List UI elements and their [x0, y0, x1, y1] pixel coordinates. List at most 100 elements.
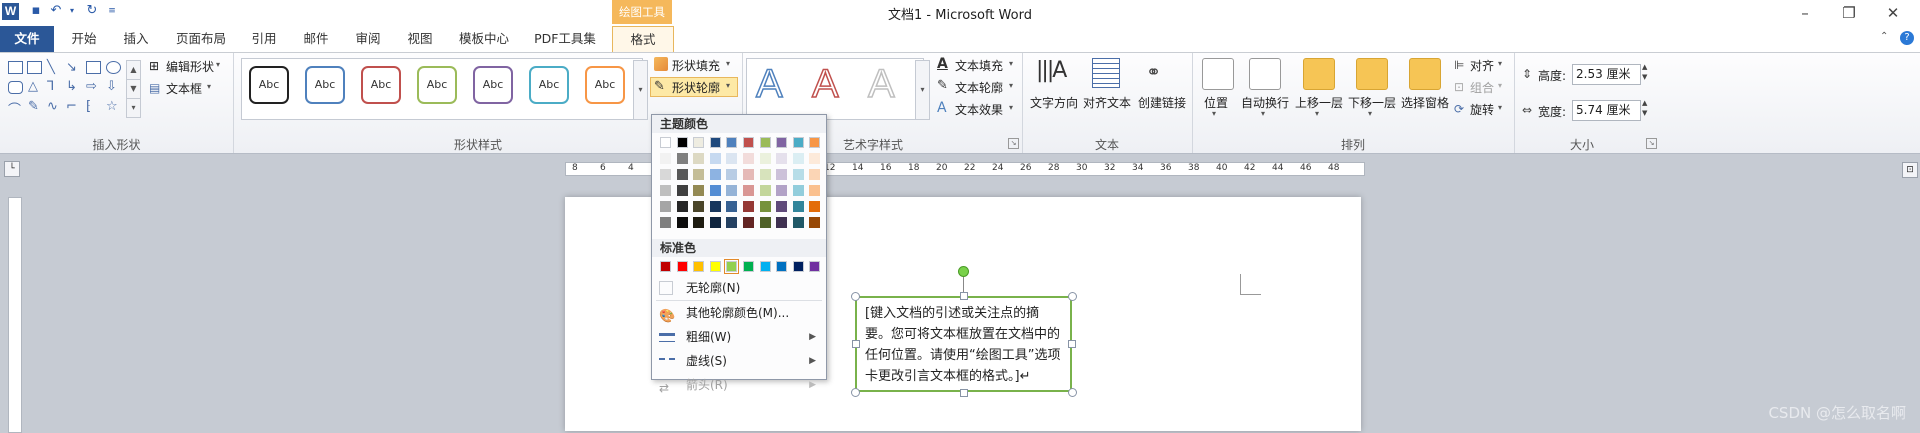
help-icon[interactable]: ?	[1900, 31, 1914, 45]
chevron-down-icon[interactable]: ▾	[1368, 109, 1372, 118]
standard-color-swatch[interactable]	[724, 259, 740, 274]
text-fill-button[interactable]: 文本填充	[955, 57, 1003, 74]
group-button[interactable]: 组合	[1470, 79, 1494, 96]
edit-shape-button[interactable]: 编辑形状	[166, 58, 214, 75]
tab-view[interactable]: 视图	[402, 26, 438, 52]
tab-format[interactable]: 格式	[612, 26, 674, 52]
star-shape-icon[interactable]: ☆	[106, 99, 118, 114]
word-app-icon[interactable]: W	[2, 3, 19, 20]
create-link-button[interactable]: 创建链接	[1135, 94, 1189, 111]
tab-mailings[interactable]: 邮件	[298, 26, 334, 52]
selection-pane-button[interactable]: 选择窗格	[1398, 94, 1452, 111]
shape-style-5[interactable]: Abc	[473, 66, 513, 104]
theme-shade-swatch[interactable]	[743, 185, 754, 196]
more-outline-colors-item[interactable]: 🎨 其他轮廓颜色(M)...	[652, 301, 826, 325]
theme-shade-swatch[interactable]	[776, 217, 788, 228]
close-icon[interactable]: ✕	[1878, 2, 1908, 24]
standard-color-swatch[interactable]	[792, 261, 804, 272]
align-text-button[interactable]: 对齐文本	[1080, 94, 1134, 111]
chevron-down-icon[interactable]: ▾	[1498, 81, 1502, 90]
theme-shade-swatch[interactable]	[743, 201, 754, 212]
theme-shade-swatch[interactable]	[693, 201, 705, 212]
chevron-down-icon[interactable]: ▾	[1498, 59, 1502, 68]
chevron-down-icon[interactable]: ▾	[1212, 109, 1216, 118]
theme-shade-swatch[interactable]	[709, 169, 721, 180]
theme-shade-swatch[interactable]	[792, 185, 804, 196]
theme-color-swatch[interactable]	[693, 137, 705, 148]
wordart-dialog-launcher[interactable]: ↘	[1008, 138, 1019, 149]
curved-connector-shape-icon[interactable]: ⌐	[66, 99, 77, 114]
text-direction-button[interactable]: 文字方向	[1026, 94, 1082, 111]
theme-shade-swatch[interactable]	[709, 217, 721, 228]
restore-icon[interactable]: ❐	[1834, 2, 1864, 24]
width-input[interactable]: 5.74 厘米	[1572, 100, 1641, 121]
theme-color-swatch[interactable]	[743, 137, 754, 148]
text-effects-button[interactable]: 文本效果	[955, 101, 1003, 118]
rectangle-shape-icon[interactable]	[86, 61, 101, 74]
elbow-arrow-shape-icon[interactable]: ↳	[66, 79, 77, 94]
text-box-button[interactable]: 文本框	[166, 80, 202, 97]
theme-color-swatch[interactable]	[759, 137, 771, 148]
theme-shade-swatch[interactable]	[776, 153, 788, 164]
view-ruler-icon[interactable]: ⊡	[1902, 162, 1918, 178]
shape-style-4[interactable]: Abc	[417, 66, 457, 104]
theme-shade-swatch[interactable]	[693, 217, 705, 228]
shape-style-7[interactable]: Abc	[585, 66, 625, 104]
tab-file[interactable]: 文件	[0, 26, 54, 52]
wordart-style-1[interactable]: A	[755, 61, 783, 107]
theme-shade-swatch[interactable]	[660, 169, 671, 180]
theme-shade-swatch[interactable]	[809, 185, 821, 196]
theme-color-swatch[interactable]	[660, 137, 671, 148]
dashes-item[interactable]: 虚线(S) ▶	[652, 349, 826, 373]
theme-color-swatch[interactable]	[676, 137, 688, 148]
theme-shade-swatch[interactable]	[792, 201, 804, 212]
shapes-scroll-up[interactable]: ▲	[126, 60, 141, 80]
style-gallery-more[interactable]: ▾	[633, 60, 648, 120]
theme-shade-swatch[interactable]	[809, 153, 821, 164]
shape-style-2[interactable]: Abc	[305, 66, 345, 104]
theme-color-swatch[interactable]	[809, 137, 821, 148]
theme-shade-swatch[interactable]	[743, 169, 754, 180]
theme-shade-swatch[interactable]	[726, 153, 738, 164]
weight-item[interactable]: 粗细(W) ▶	[652, 325, 826, 349]
theme-shade-swatch[interactable]	[759, 201, 771, 212]
theme-shade-swatch[interactable]	[809, 201, 821, 212]
undo-dropdown-icon[interactable]: ▾	[64, 3, 80, 19]
chevron-down-icon[interactable]: ▾	[1009, 59, 1013, 68]
chevron-down-icon[interactable]: ▾	[1261, 109, 1265, 118]
oval-shape-icon[interactable]	[106, 61, 121, 74]
resize-handle-sw[interactable]	[851, 388, 860, 397]
theme-shade-swatch[interactable]	[676, 185, 688, 196]
tab-selector[interactable]: └	[4, 161, 20, 177]
standard-color-swatch[interactable]	[809, 261, 821, 272]
tab-pdf-tools[interactable]: PDF工具集	[530, 26, 600, 52]
theme-shade-swatch[interactable]	[792, 153, 804, 164]
chevron-down-icon[interactable]: ▾	[1498, 103, 1502, 112]
chevron-down-icon[interactable]: ▾	[726, 59, 730, 68]
wordart-gallery-more[interactable]: ▾	[915, 60, 930, 120]
theme-shade-swatch[interactable]	[809, 217, 821, 228]
resize-handle-nw[interactable]	[851, 292, 860, 301]
wordart-style-2[interactable]: A	[811, 61, 839, 107]
chevron-down-icon[interactable]: ▾	[1009, 81, 1013, 90]
scribble-shape-icon[interactable]: ∿	[47, 99, 58, 114]
right-arrow-shape-icon[interactable]: ⇨	[86, 79, 97, 94]
width-spinner[interactable]: ▲ ▼	[1642, 98, 1647, 118]
theme-shade-swatch[interactable]	[759, 169, 771, 180]
elbow-connector-shape-icon[interactable]: ⅂	[47, 79, 54, 94]
height-spinner[interactable]: ▲ ▼	[1642, 62, 1647, 82]
theme-shade-swatch[interactable]	[676, 169, 688, 180]
align-button[interactable]: 对齐	[1470, 57, 1494, 74]
theme-shade-swatch[interactable]	[660, 217, 671, 228]
size-dialog-launcher[interactable]: ↘	[1646, 138, 1657, 149]
theme-shade-swatch[interactable]	[743, 217, 754, 228]
theme-shade-swatch[interactable]	[776, 201, 788, 212]
shape-outline-button[interactable]: 形状轮廓	[672, 79, 720, 96]
undo-icon[interactable]: ↶	[48, 3, 64, 19]
theme-shade-swatch[interactable]	[660, 201, 671, 212]
tab-review[interactable]: 审阅	[350, 26, 386, 52]
theme-color-swatch[interactable]	[776, 137, 788, 148]
theme-color-swatch[interactable]	[709, 137, 721, 148]
shape-style-6[interactable]: Abc	[529, 66, 569, 104]
rotate-handle[interactable]	[958, 266, 969, 277]
